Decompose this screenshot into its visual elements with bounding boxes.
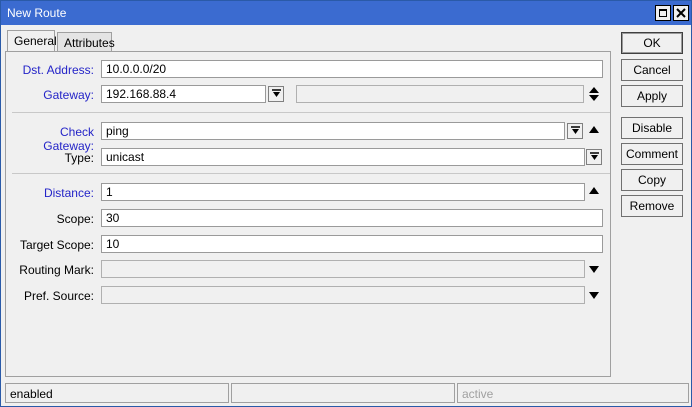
target-scope-input[interactable]: 10 [101,235,603,253]
check-gateway-dropdown-button[interactable] [567,123,583,139]
collapse-up-icon[interactable] [589,187,599,194]
ok-button[interactable]: OK [621,32,683,54]
check-gateway-label: Check Gateway: [43,125,94,153]
general-panel: Dst. Address: 10.0.0.0/20 Gateway: 192.1… [5,51,611,377]
gateway-input[interactable]: 192.168.88.4 [101,85,266,103]
gateway-label: Gateway: [43,88,94,102]
status-enabled: enabled [5,383,229,403]
separator [12,112,610,113]
tab-general[interactable]: General [7,30,57,52]
pref-source-label: Pref. Source: [23,289,94,303]
apply-button[interactable]: Apply [621,85,683,107]
routing-mark-label: Routing Mark: [19,263,94,277]
scope-input[interactable]: 30 [101,209,603,227]
dropdown-arrow-icon [590,152,599,160]
gateway-dropdown-button[interactable] [268,86,284,102]
copy-button[interactable]: Copy [621,169,683,191]
dropdown-arrow-icon [571,126,580,134]
separator [12,173,610,174]
dst-address-label: Dst. Address: [22,63,94,77]
disable-button[interactable]: Disable [621,117,683,139]
updown-arrows-icon[interactable] [589,87,599,101]
distance-label: Distance: [43,186,94,200]
expand-down-icon[interactable] [589,266,599,273]
expand-down-icon[interactable] [589,292,599,299]
dst-address-input[interactable]: 10.0.0.0/20 [101,60,603,78]
cancel-button[interactable]: Cancel [621,59,683,81]
close-icon [676,8,686,18]
type-dropdown-button[interactable] [586,149,602,165]
maximize-icon [659,9,667,17]
distance-input[interactable]: 1 [101,183,585,201]
window-title: New Route [7,6,67,20]
tab-attributes[interactable]: Attributes [57,32,115,52]
collapse-up-icon[interactable] [589,126,599,133]
title-bar: New Route [1,1,691,25]
scope-label: Scope: [56,212,94,226]
status-active: active [457,383,689,403]
new-route-window: New Route General Attributes Dst. Addres… [0,0,692,407]
dropdown-arrow-icon [272,89,281,97]
routing-mark-input[interactable] [101,260,585,278]
type-select[interactable]: unicast [101,148,585,166]
check-gateway-select[interactable]: ping [101,122,565,140]
status-middle [231,383,455,403]
comment-button[interactable]: Comment [621,143,683,165]
close-button[interactable] [673,5,689,21]
maximize-button[interactable] [655,5,671,21]
target-scope-label: Target Scope: [19,238,94,252]
pref-source-input[interactable] [101,286,585,304]
remove-button[interactable]: Remove [621,195,683,217]
gateway-extra-input [296,85,584,103]
type-label: Type: [64,151,94,165]
